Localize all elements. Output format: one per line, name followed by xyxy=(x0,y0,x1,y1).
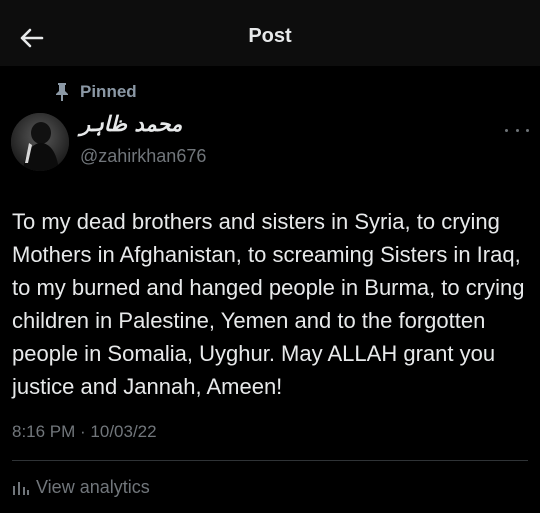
more-icon[interactable] xyxy=(505,124,529,136)
author-handle[interactable]: @zahirkhan676 xyxy=(80,146,206,167)
top-bar: Post xyxy=(0,0,540,66)
view-analytics-label: View analytics xyxy=(36,476,150,497)
divider xyxy=(12,460,528,461)
pinned-label: Pinned xyxy=(80,82,137,101)
post-text: To my dead brothers and sisters in Syria… xyxy=(12,209,525,399)
analytics-icon xyxy=(13,482,29,495)
avatar[interactable] xyxy=(11,113,69,171)
page-title: Post xyxy=(248,25,292,47)
author-display-name[interactable]: محمد ظاہر xyxy=(80,112,182,136)
pin-icon xyxy=(54,82,72,102)
view-analytics-button[interactable]: View analytics xyxy=(12,475,150,499)
pinned-indicator: Pinned xyxy=(54,81,137,103)
post-timestamp[interactable]: 8:16 PM · 10/03/22 xyxy=(12,422,157,442)
